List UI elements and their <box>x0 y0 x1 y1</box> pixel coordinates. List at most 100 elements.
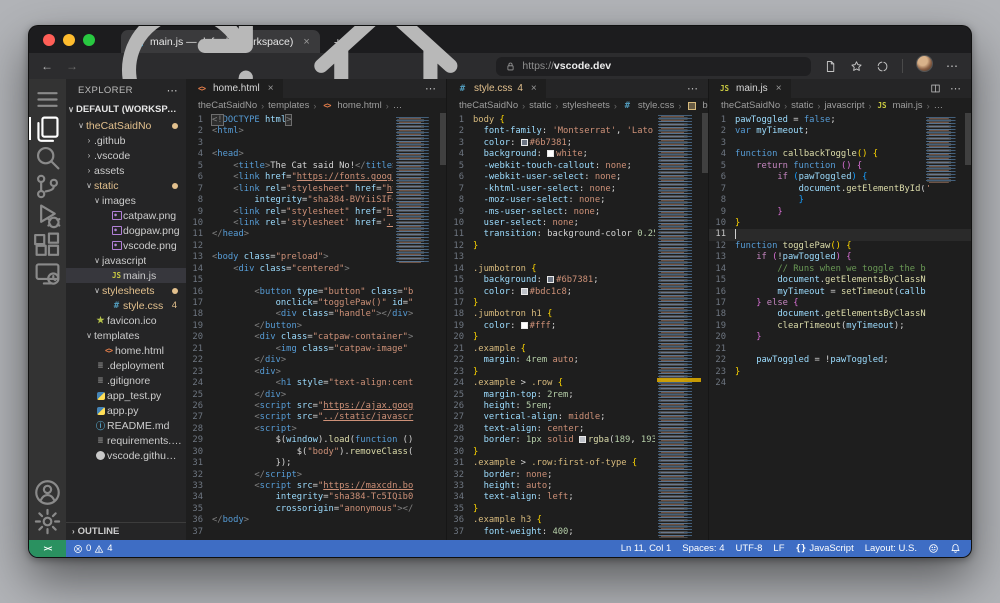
tree-item-javascript[interactable]: ∨javascript <box>66 253 186 268</box>
explorer-icon[interactable] <box>29 114 66 143</box>
tree-item-vscode-github-issues[interactable]: vscode.github-issues <box>66 448 186 463</box>
more-actions-icon[interactable]: ⋯ <box>687 82 699 95</box>
tree-item--deployment[interactable]: ≡.deployment <box>66 358 186 373</box>
tree-item-main-js[interactable]: JSmain.js <box>66 268 186 283</box>
split-editor-icon[interactable] <box>930 83 941 94</box>
warnings-count[interactable]: 4 <box>94 543 112 554</box>
errors-count[interactable]: 0 <box>73 543 91 554</box>
language-mode[interactable]: {}JavaScript <box>796 543 854 554</box>
tree-item-templates[interactable]: ∨templates <box>66 328 186 343</box>
minimap[interactable] <box>393 115 439 265</box>
more-actions-icon[interactable]: ⋯ <box>950 82 962 95</box>
code-editor[interactable]: 1<!DOCTYPE html>2<html>34<head>5 <title>… <box>186 113 446 540</box>
tree-item-favicon-ico[interactable]: ★favicon.ico <box>66 313 186 328</box>
encoding[interactable]: UTF-8 <box>736 543 763 554</box>
keyboard-layout[interactable]: Layout: U.S. <box>865 543 917 554</box>
code-editor[interactable]: 1pawToggled = false;2var myTimeout;34fun… <box>709 113 971 540</box>
code-editor[interactable]: 1body {2 font-family: 'Montserrat', 'Lat… <box>447 113 708 540</box>
source-control-icon[interactable] <box>29 172 66 201</box>
scrollbar[interactable] <box>440 113 446 165</box>
close-button[interactable] <box>43 34 55 46</box>
token: { <box>793 298 798 308</box>
tree-item-images[interactable]: ∨images <box>66 193 186 208</box>
breadcrumb-item[interactable]: theCatSaidNo <box>459 100 518 111</box>
line-number: 33 <box>186 481 212 492</box>
tree-item-catpaw-png[interactable]: catpaw.png <box>66 208 186 223</box>
tree-item-static[interactable]: ∨static <box>66 178 186 193</box>
tree-item-stylesheets[interactable]: ∨stylesheets <box>66 283 186 298</box>
breadcrumb-item[interactable]: javascript <box>824 100 864 111</box>
tree-item-assets[interactable]: ›assets <box>66 163 186 178</box>
minimize-button[interactable] <box>63 34 75 46</box>
notifications[interactable] <box>950 543 961 554</box>
token: src <box>297 412 313 422</box>
tree-item--github[interactable]: ›.github <box>66 133 186 148</box>
breadcrumb[interactable]: theCatSaidNo›static›stylesheets›#style.c… <box>447 98 708 113</box>
code-text: .example { <box>473 344 526 355</box>
tree-item-dogpaw-png[interactable]: dogpaw.png <box>66 223 186 238</box>
scrollbar[interactable] <box>965 113 971 165</box>
minimap[interactable] <box>655 113 703 540</box>
scrollbar[interactable] <box>702 113 708 173</box>
breadcrumb-item[interactable]: theCatSaidNo <box>721 100 780 111</box>
workspace-root[interactable]: ∨DEFAULT (WORKSPACE) <box>66 101 186 118</box>
breadcrumb[interactable]: theCatSaidNo›static›javascript›JSmain.js… <box>709 98 971 113</box>
tree-item-requirements-txt[interactable]: ≡requirements.txt <box>66 433 186 448</box>
run-debug-icon[interactable] <box>29 201 66 230</box>
account-icon[interactable] <box>29 478 66 507</box>
tab-close-icon[interactable]: × <box>531 83 537 94</box>
tab-close-icon[interactable]: × <box>268 83 274 94</box>
tree-item-app-py[interactable]: app.py <box>66 403 186 418</box>
breadcrumb-item[interactable]: stylesheets <box>562 100 610 111</box>
extensions-icon[interactable] <box>29 230 66 259</box>
tab-close-icon[interactable]: × <box>776 83 782 94</box>
feedback[interactable] <box>928 543 939 554</box>
explorer-more-icon[interactable]: ⋯ <box>167 84 178 97</box>
tree-item--gitignore[interactable]: ≡.gitignore <box>66 373 186 388</box>
remote-indicator[interactable]: >< <box>29 540 66 557</box>
menu-icon[interactable] <box>29 85 66 114</box>
tree-item-readme-md[interactable]: ⓘREADME.md <box>66 418 186 433</box>
search-icon[interactable] <box>29 143 66 172</box>
minimap[interactable] <box>923 115 965 185</box>
breadcrumb-item[interactable]: main.js <box>892 100 922 111</box>
tree-item-thecatsaidno[interactable]: ∨theCatSaidNo <box>66 118 186 133</box>
breadcrumb-item[interactable]: home.html <box>337 100 381 111</box>
breadcrumb-item[interactable]: templates <box>268 100 309 111</box>
more-actions-icon[interactable]: ⋯ <box>425 82 437 95</box>
tree-item--vscode[interactable]: ›.vscode <box>66 148 186 163</box>
tree-item-style-css[interactable]: #style.css4 <box>66 298 186 313</box>
tree-item-vscode-png[interactable]: vscode.png <box>66 238 186 253</box>
breadcrumb-item[interactable]: … <box>393 100 403 111</box>
breadcrumb[interactable]: theCatSaidNo›templates›<>home.html›… <box>186 98 446 113</box>
favorites-icon[interactable] <box>850 60 863 73</box>
back-icon[interactable]: ← <box>41 60 53 72</box>
cursor-position[interactable]: Ln 11, Col 1 <box>621 543 672 554</box>
breadcrumb-item[interactable]: … <box>934 100 944 111</box>
code-line: 15 <box>186 275 446 286</box>
indentation[interactable]: Spaces: 4 <box>682 543 724 554</box>
editor-tab-main.js[interactable]: JSmain.js× <box>709 79 791 98</box>
remote-explorer-icon[interactable] <box>29 259 66 288</box>
editor-tab-style.css[interactable]: #style.css4× <box>447 79 546 98</box>
outline-section[interactable]: › OUTLINE <box>66 522 186 540</box>
token: > <box>323 252 328 262</box>
breadcrumb-item[interactable]: static <box>791 100 813 111</box>
page-icon[interactable] <box>824 60 837 73</box>
eol[interactable]: LF <box>773 543 784 554</box>
problems-summary[interactable]: 04 <box>66 543 113 554</box>
token <box>473 218 484 228</box>
tree-item-app-test-py[interactable]: app_test.py <box>66 388 186 403</box>
token <box>735 309 777 319</box>
tree-item-home-html[interactable]: <>home.html <box>66 343 186 358</box>
extensions-ring-icon[interactable] <box>876 60 889 73</box>
url-bar[interactable]: https:// vscode.dev <box>496 57 811 76</box>
forward-icon[interactable]: → <box>66 60 78 72</box>
breadcrumb-item[interactable]: theCatSaidNo <box>198 100 257 111</box>
avatar[interactable] <box>916 55 933 77</box>
editor-tab-home.html[interactable]: <>home.html× <box>186 79 283 98</box>
settings-gear-icon[interactable] <box>29 507 66 536</box>
breadcrumb-item[interactable]: style.css <box>638 100 674 111</box>
more-menu-icon[interactable]: ⋯ <box>946 59 959 73</box>
breadcrumb-item[interactable]: static <box>529 100 551 111</box>
